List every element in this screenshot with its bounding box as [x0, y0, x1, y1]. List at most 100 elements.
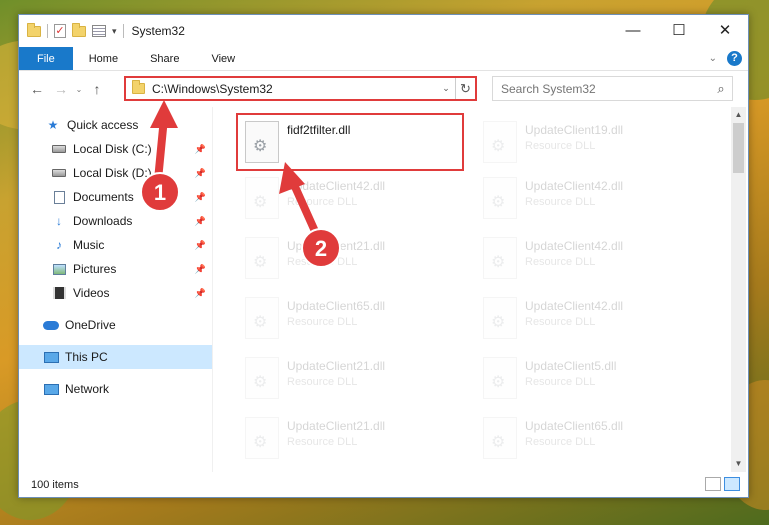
sidebar-item-label: Videos — [73, 286, 110, 300]
videos-icon — [51, 286, 67, 300]
star-icon: ★ — [47, 118, 59, 132]
pin-icon[interactable]: 📌 — [195, 264, 206, 275]
file-item[interactable]: ⚙ UpdateClient65.dll Resource DLL — [241, 291, 461, 347]
file-type: Resource DLL — [287, 436, 358, 448]
title-bar: ✓ ▾ System32 — ☐ ✕ — [19, 15, 748, 47]
address-bar[interactable]: C:\Windows\System32 ⌄ ↻ — [124, 76, 477, 101]
address-path[interactable]: C:\Windows\System32 — [152, 82, 437, 96]
tab-share[interactable]: Share — [134, 47, 195, 70]
file-list: ⚙ fidf2tfilter.dll ⚙ UpdateClient42.dll R… — [213, 107, 748, 472]
sidebar-item-pictures[interactable]: Pictures 📌 — [19, 257, 212, 281]
file-name: UpdateClient42.dll — [287, 179, 386, 193]
file-name: UpdateClient19.dll — [525, 123, 624, 137]
sidebar-item-downloads[interactable]: ↓ Downloads 📌 — [19, 209, 212, 233]
pictures-icon — [51, 262, 67, 276]
maximize-button[interactable]: ☐ — [656, 15, 702, 45]
file-type: Resource DLL — [525, 140, 596, 152]
pin-icon[interactable]: 📌 — [195, 216, 206, 227]
close-button[interactable]: ✕ — [702, 15, 748, 45]
sidebar-item-label: This PC — [65, 350, 108, 364]
file-name: UpdateClient42.dll — [525, 179, 624, 193]
search-input[interactable] — [493, 81, 710, 96]
properties-check-icon[interactable]: ✓ — [54, 24, 66, 38]
details-view-icon[interactable] — [705, 477, 721, 491]
file-item[interactable]: ⚙ UpdateClient42.dll Resource DLL — [479, 291, 699, 347]
file-item[interactable]: ⚙ UpdateClient42.dll Resource DLL — [479, 231, 699, 287]
pin-icon[interactable]: 📌 — [195, 240, 206, 251]
file-type: Resource DLL — [287, 376, 358, 388]
file-item[interactable]: ⚙ UpdateClient42.dll Resource DLL — [241, 171, 461, 227]
file-name: UpdateClient42.dll — [525, 299, 624, 313]
dll-file-icon: ⚙ — [245, 417, 279, 459]
navigation-bar: ← → ⌄ ↑ C:\Windows\System32 ⌄ ↻ ⌕ — [19, 71, 748, 107]
dll-file-icon: ⚙ — [483, 357, 517, 399]
file-explorer-window: ✓ ▾ System32 — ☐ ✕ File Home Share View … — [18, 14, 749, 498]
dll-file-icon: ⚙ — [245, 357, 279, 399]
navigation-pane: ★ Quick access Local Disk (C:) 📌 Local D… — [19, 107, 213, 472]
up-button[interactable]: ↑ — [85, 81, 109, 97]
separator — [122, 24, 124, 38]
sidebar-item-this-pc[interactable]: This PC — [19, 345, 212, 369]
dll-file-icon: ⚙ — [483, 417, 517, 459]
properties-icon[interactable] — [92, 25, 106, 37]
refresh-icon[interactable]: ↻ — [455, 78, 475, 99]
drive-icon — [51, 166, 67, 180]
file-item[interactable]: ⚙ UpdateClient42.dll Resource DLL — [479, 171, 699, 227]
sidebar-item-onedrive[interactable]: OneDrive — [19, 313, 212, 337]
tab-view[interactable]: View — [195, 47, 251, 70]
new-folder-icon[interactable] — [72, 22, 86, 37]
file-type: Resource DLL — [287, 316, 358, 328]
sidebar-item-label: OneDrive — [65, 318, 116, 332]
tab-home[interactable]: Home — [73, 47, 134, 70]
file-name: UpdateClient42.dll — [525, 239, 624, 253]
address-history-chevron-icon[interactable]: ⌄ — [437, 83, 455, 94]
file-item[interactable]: ⚙ UpdateClient21.dll Resource DLL — [241, 351, 461, 407]
help-icon[interactable]: ? — [727, 51, 742, 66]
sidebar-item-music[interactable]: ♪ Music 📌 — [19, 233, 212, 257]
tab-file[interactable]: File — [19, 47, 73, 70]
sidebar-item-label: Music — [73, 238, 105, 252]
file-type: Resource DLL — [525, 196, 596, 208]
file-type: Resource DLL — [525, 436, 596, 448]
forward-button[interactable]: → — [49, 81, 73, 97]
sidebar-item-label: Quick access — [67, 118, 139, 132]
dll-file-icon: ⚙ — [483, 121, 517, 163]
pin-icon[interactable]: 📌 — [195, 288, 206, 299]
file-item[interactable]: ⚙ UpdateClient21.dll Resource DLL — [241, 231, 461, 287]
scroll-up-arrow-icon[interactable]: ▲ — [731, 107, 746, 123]
back-button[interactable]: ← — [25, 81, 49, 97]
sidebar-item-local-disk-c[interactable]: Local Disk (C:) 📌 — [19, 137, 212, 161]
search-icon[interactable]: ⌕ — [710, 81, 732, 97]
sidebar-item-videos[interactable]: Videos 📌 — [19, 281, 212, 305]
customize-toolbar-chevron-icon[interactable]: ▾ — [112, 26, 117, 37]
file-type: Resource DLL — [287, 196, 358, 208]
pin-icon[interactable]: 📌 — [195, 144, 206, 155]
file-item[interactable]: ⚙ UpdateClient19.dll Resource DLL — [479, 115, 699, 171]
vertical-scrollbar[interactable]: ▲ ▼ — [731, 107, 746, 472]
status-bar: 100 items — [19, 472, 748, 497]
dll-file-icon: ⚙ — [483, 237, 517, 279]
dll-file-icon: ⚙ — [245, 177, 279, 219]
expand-ribbon-chevron-icon[interactable]: ⌄ — [709, 53, 717, 64]
scroll-down-arrow-icon[interactable]: ▼ — [731, 456, 746, 472]
file-item[interactable]: ⚙ UpdateClient65.dll Resource DLL — [479, 411, 699, 467]
search-box[interactable]: ⌕ — [492, 76, 733, 101]
recent-locations-chevron-icon[interactable]: ⌄ — [73, 85, 85, 94]
ribbon-tabs: File Home Share View ⌄ ? — [19, 47, 748, 71]
pin-icon[interactable]: 📌 — [195, 168, 206, 179]
file-item[interactable]: ⚙ UpdateClient21.dll Resource DLL — [241, 411, 461, 467]
file-name: UpdateClient21.dll — [287, 419, 386, 433]
scroll-thumb[interactable] — [733, 123, 744, 173]
sidebar-item-label: Pictures — [73, 262, 117, 276]
quick-access-toolbar: ✓ ▾ — [19, 22, 124, 38]
sidebar-item-documents[interactable]: Documents 📌 — [19, 185, 212, 209]
pin-icon[interactable]: 📌 — [195, 192, 206, 203]
file-item[interactable]: ⚙ UpdateClient5.dll Resource DLL — [479, 351, 699, 407]
minimize-button[interactable]: — — [610, 15, 656, 45]
sidebar-item-network[interactable]: Network — [19, 377, 212, 401]
sidebar-item-local-disk-d[interactable]: Local Disk (D:) 📌 — [19, 161, 212, 185]
sidebar-item-quick-access[interactable]: ★ Quick access — [19, 113, 212, 137]
file-name: UpdateClient21.dll — [287, 239, 386, 253]
separator — [47, 24, 48, 38]
tiles-view-icon[interactable] — [724, 477, 740, 491]
